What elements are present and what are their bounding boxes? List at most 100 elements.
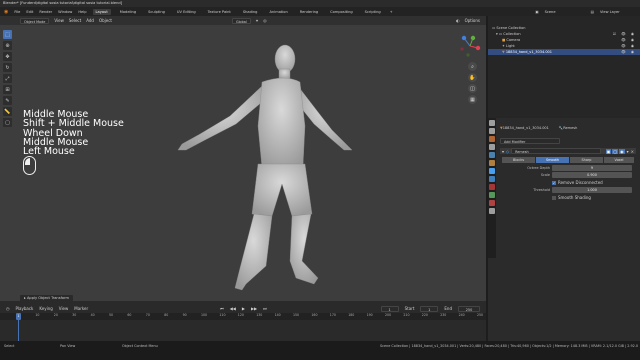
zoom-icon[interactable]: ⌕ (468, 62, 477, 71)
jump-end-icon[interactable]: ⏭ (263, 306, 267, 311)
play-icon[interactable]: ▶ (242, 306, 245, 311)
mode-selector[interactable]: Object Mode (20, 17, 50, 24)
z-axis-icon[interactable] (461, 35, 467, 41)
scale-field[interactable]: 0.900 (552, 172, 632, 178)
menu-file[interactable]: File (14, 10, 20, 14)
snap-icon[interactable]: ⌖ (256, 18, 258, 23)
viewport-menu-view[interactable]: View (54, 18, 64, 23)
annotate-icon[interactable]: ✎ (3, 96, 12, 105)
3d-viewport[interactable] (0, 16, 486, 301)
timeline-menu-keying[interactable]: Keying (39, 306, 52, 311)
timeline-menu-marker[interactable]: Marker (74, 306, 88, 311)
remove-disconnected-checkbox[interactable]: ✓ (552, 180, 556, 185)
viewport-shading-icon[interactable]: ◐ (456, 18, 460, 23)
modifier-name-field[interactable]: Remesh (511, 148, 602, 154)
camera-view-icon[interactable]: ◫ (468, 84, 477, 93)
add-workspace-icon[interactable]: + (390, 10, 393, 14)
jump-start-icon[interactable]: ⏮ (220, 306, 224, 311)
playhead[interactable]: 1 (16, 313, 21, 320)
tab-compositing[interactable]: Compositing (327, 9, 356, 15)
transform-icon[interactable]: ⊞ (3, 85, 12, 94)
timeline-menu-playback[interactable]: Playback (16, 306, 34, 311)
add-cube-icon[interactable]: ▢ (3, 118, 12, 127)
viewport-menu-object[interactable]: Object (99, 18, 112, 23)
character-mesh[interactable] (0, 16, 486, 301)
timeline-editor-icon[interactable]: ◷ (6, 306, 10, 311)
mode-blocks-button[interactable]: Blocks (502, 157, 535, 163)
prev-key-icon[interactable]: ◀◀ (230, 306, 236, 311)
mode-sharp-button[interactable]: Sharp (570, 157, 603, 163)
options-label[interactable]: Options (465, 18, 480, 23)
properties-tab-icon[interactable] (489, 128, 495, 134)
properties-tab-icon[interactable] (489, 200, 495, 206)
tab-modeling[interactable]: Modeling (117, 9, 139, 15)
properties-tab-icon[interactable] (489, 184, 495, 190)
close-icon[interactable]: × (631, 149, 634, 154)
view-layer-selector[interactable]: View Layer (600, 10, 640, 14)
properties-tab-icon[interactable] (489, 152, 495, 158)
timeline-menu-view[interactable]: View (59, 306, 69, 311)
scale-icon[interactable]: ⤢ (3, 74, 12, 83)
tab-shading[interactable]: Shading (240, 9, 261, 15)
tab-texture-paint[interactable]: Texture Paint (205, 9, 234, 15)
navigation-gizmo[interactable] (458, 34, 482, 58)
tab-rendering[interactable]: Rendering (297, 9, 321, 15)
menu-window[interactable]: Window (58, 10, 72, 14)
tab-animation[interactable]: Animation (266, 9, 290, 15)
grid-icon[interactable]: ▦ (468, 95, 477, 104)
select-box-icon[interactable]: ⬚ (3, 30, 12, 39)
smooth-shading-label: Smooth Shading (558, 195, 591, 200)
next-key-icon[interactable]: ▶▶ (251, 306, 257, 311)
viewport-menu-add[interactable]: Add (86, 18, 94, 23)
properties-tab-icon[interactable] (489, 136, 495, 142)
pan-hand-icon[interactable]: ✋ (468, 73, 477, 82)
menu-edit[interactable]: Edit (26, 10, 33, 14)
menu-help[interactable]: Help (78, 10, 86, 14)
visibility-icons[interactable]: 👁 ◉ (621, 49, 636, 55)
properties-tab-icon[interactable] (489, 160, 495, 166)
tab-sculpting[interactable]: Sculpting (145, 9, 168, 15)
neg-x-axis-icon[interactable] (460, 47, 464, 51)
outliner-row-mesh[interactable]: ▼ 18834_hand_v1_3034.001 👁 ◉ (488, 49, 640, 55)
properties-tab-icon[interactable] (489, 192, 495, 198)
timeline-tick-label: 10 (35, 313, 40, 317)
viewport-menu-select[interactable]: Select (69, 18, 81, 23)
properties-tab-icon[interactable] (489, 144, 495, 150)
cursor-icon[interactable]: ⊕ (3, 41, 12, 50)
smooth-shading-checkbox[interactable] (552, 195, 556, 200)
properties-tab-icon[interactable] (489, 208, 495, 214)
tab-uv-editing[interactable]: UV Editing (174, 9, 199, 15)
x-axis-icon[interactable] (475, 45, 481, 51)
proportional-edit-icon[interactable]: ◎ (263, 18, 267, 23)
edit-mode-icon[interactable]: ▣ (605, 148, 612, 154)
status-info: Scene Collection | 18834_hand_v1_3034.00… (380, 344, 638, 348)
neg-y-axis-icon[interactable] (466, 53, 470, 57)
dropdown-icon[interactable]: ▾ (627, 149, 629, 154)
mode-smooth-button[interactable]: Smooth (536, 157, 569, 163)
scene-selector[interactable]: Scene (545, 10, 585, 14)
render-icon[interactable]: ◉ (619, 148, 625, 154)
current-frame-field[interactable]: 1 (380, 305, 399, 312)
measure-icon[interactable]: 📏 (3, 107, 12, 116)
viewport-display-icon[interactable]: ▢ (612, 148, 619, 154)
properties-tab-icon[interactable] (489, 176, 495, 182)
properties-tab-icon[interactable] (489, 168, 495, 174)
move-icon[interactable]: ✥ (3, 52, 12, 61)
start-frame-field[interactable]: 1 (420, 305, 439, 312)
mode-voxel-button[interactable]: Voxel (604, 157, 634, 163)
expand-icon[interactable]: ▾ (502, 149, 504, 154)
transform-orientation[interactable]: Global (231, 17, 251, 24)
rotate-icon[interactable]: ↻ (3, 63, 12, 72)
blender-logo-icon[interactable]: ◉ (4, 9, 8, 15)
tab-layout[interactable]: Layout (92, 8, 111, 15)
menu-render[interactable]: Render (39, 10, 52, 14)
timeline-ruler[interactable]: 0102030405060708090100110120130140150160… (0, 313, 486, 320)
end-frame-field[interactable]: 250 (458, 305, 480, 312)
add-modifier-button[interactable]: Add Modifier (500, 138, 560, 144)
threshold-field[interactable]: 1.000 (552, 187, 632, 193)
octree-depth-field[interactable]: 9 (552, 165, 632, 171)
y-axis-icon[interactable] (470, 35, 476, 41)
tab-scripting[interactable]: Scripting (362, 9, 384, 15)
properties-tab-icon[interactable] (489, 120, 495, 126)
status-bar: Select Pan View Object Context Menu Scen… (0, 341, 640, 360)
